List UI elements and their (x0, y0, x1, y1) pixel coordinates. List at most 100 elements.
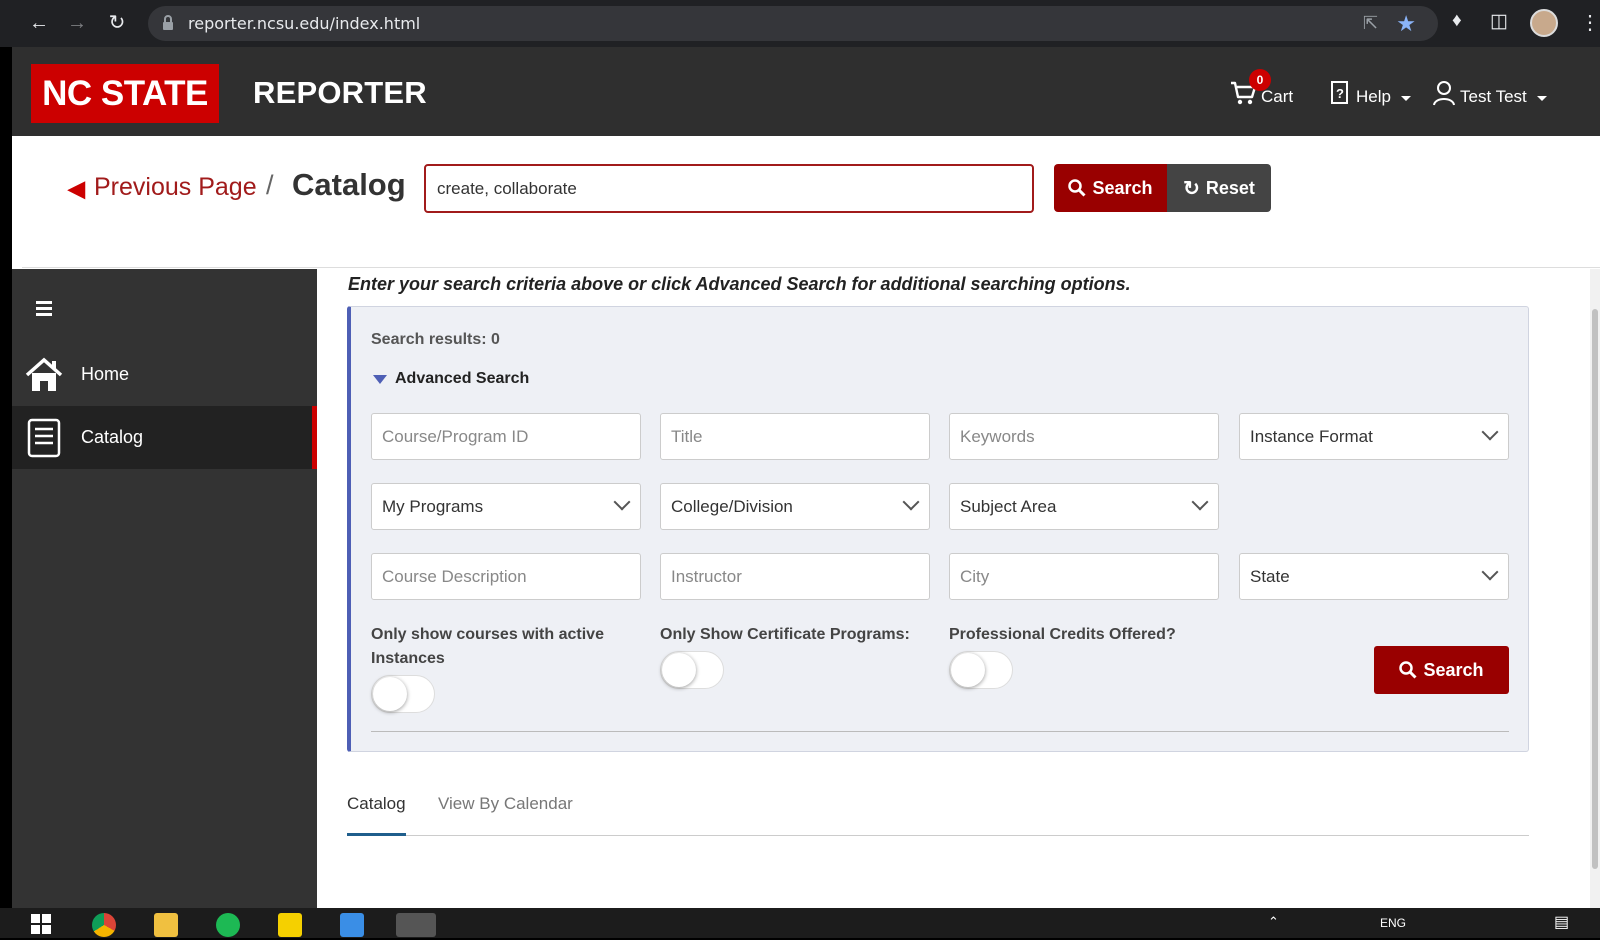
browser-menu-icon[interactable]: ⋮ (1580, 10, 1600, 35)
caret-down-icon (373, 374, 387, 384)
certificate-programs-toggle[interactable] (660, 651, 724, 689)
user-icon (1433, 81, 1455, 106)
reload-icon[interactable]: ↻ (104, 10, 130, 36)
previous-page-icon[interactable]: ◀ (68, 176, 85, 202)
view-tabs: Catalog View By Calendar (347, 794, 1529, 836)
subject-area-select[interactable]: Subject Area (949, 483, 1219, 530)
professional-credits-label: Professional Credits Offered? (949, 626, 1176, 643)
cart-count-badge: 0 (1249, 69, 1271, 91)
advanced-search-label: Advanced Search (395, 370, 530, 387)
course-description-field[interactable]: Course Description (371, 553, 641, 600)
snagit-icon[interactable] (396, 913, 436, 937)
browser-toolbar: ← → ↻ reporter.ncsu.edu/index.html ⇱ ★ ♦… (0, 0, 1600, 47)
address-bar[interactable]: reporter.ncsu.edu/index.html ⇱ ★ (148, 6, 1438, 41)
sidebar-item-label: Home (81, 364, 130, 384)
chevron-down-icon (613, 493, 631, 511)
help-menu[interactable]: ? Help (1330, 79, 1411, 107)
profile-avatar[interactable] (1530, 9, 1558, 37)
advanced-search-button[interactable]: Search (1374, 646, 1509, 694)
cart-label: Cart (1261, 87, 1294, 106)
breadcrumb-separator: / (266, 170, 274, 200)
advanced-search-panel: Search results: 0 Advanced Search Course… (347, 306, 1529, 752)
search-instructions: Enter your search criteria above or clic… (348, 274, 1131, 294)
ncstate-logo[interactable]: NC STATE (31, 64, 219, 123)
help-doc-icon: ? (1331, 81, 1348, 104)
forward-icon[interactable]: → (64, 10, 90, 36)
hamburger-menu-icon[interactable] (36, 301, 52, 319)
bookmark-star-icon[interactable]: ★ (1396, 11, 1416, 37)
active-instances-label: Only show courses with active Instances (371, 626, 604, 667)
windows-start-icon[interactable] (30, 913, 54, 937)
notification-icon[interactable]: ▤ (1554, 912, 1569, 932)
page-title: Catalog (292, 167, 406, 202)
file-explorer-icon[interactable] (154, 913, 178, 937)
help-label: Help (1356, 87, 1391, 106)
advanced-search-toggle[interactable]: Advanced Search (373, 370, 529, 388)
search-results-count: Search results: 0 (371, 331, 500, 348)
app-window: NC STATE REPORTER Cart 0 ? Help Test Tes… (12, 47, 1600, 908)
user-menu[interactable]: Test Test (1432, 79, 1547, 107)
instructor-field[interactable]: Instructor (660, 553, 930, 600)
catalog-icon (24, 418, 64, 458)
extensions-icon[interactable]: ♦ (1452, 10, 1462, 32)
chrome-taskbar-icon[interactable] (92, 913, 116, 937)
search-icon (1068, 179, 1087, 197)
refresh-icon: ↻ (1183, 177, 1200, 200)
sidebar-item-catalog[interactable]: Catalog (12, 406, 317, 469)
active-instances-toggle[interactable] (371, 675, 435, 713)
chevron-down-icon (1191, 493, 1209, 511)
chevron-down-icon (1536, 96, 1547, 101)
breadcrumb: ◀ Previous Page / Catalog Search ↻ Reset (22, 136, 1600, 268)
clock-time[interactable]: 5:48 PM (1443, 896, 1491, 911)
side-panel-icon[interactable]: ◫ (1490, 10, 1508, 33)
search-icon (1399, 661, 1418, 679)
home-icon (24, 355, 64, 395)
language-indicator[interactable]: ENG (1380, 916, 1406, 930)
state-select[interactable]: State (1239, 553, 1509, 600)
reset-button-label: Reset (1205, 177, 1255, 198)
certificate-programs-label: Only Show Certificate Programs: (660, 626, 910, 643)
spotify-icon[interactable] (216, 913, 240, 937)
search-button-label: Search (1092, 177, 1153, 198)
course-id-field[interactable]: Course/Program ID (371, 413, 641, 460)
advanced-search-button-label: Search (1423, 659, 1484, 680)
reset-button[interactable]: ↻ Reset (1167, 164, 1271, 212)
chevron-down-icon (1481, 423, 1499, 441)
sidebar-item-home[interactable]: Home (12, 343, 317, 406)
lock-icon (163, 15, 173, 30)
sticky-notes-icon[interactable] (278, 913, 302, 937)
app-title: REPORTER (253, 75, 427, 110)
instance-format-value: Instance Format (1250, 427, 1373, 446)
instance-format-select[interactable]: Instance Format (1239, 413, 1509, 460)
sidebar-item-label: Catalog (81, 427, 144, 447)
svg-text:?: ? (1336, 86, 1344, 101)
previous-page-link[interactable]: Previous Page (94, 173, 257, 202)
keywords-field[interactable]: Keywords (949, 413, 1219, 460)
college-division-select[interactable]: College/Division (660, 483, 930, 530)
professional-credits-toggle[interactable] (949, 651, 1013, 689)
url-text: reporter.ncsu.edu/index.html (188, 14, 421, 33)
my-programs-select[interactable]: My Programs (371, 483, 641, 530)
os-taskbar: ⌃ ENG 5:48 PM ▤ (0, 896, 1600, 938)
user-label: Test Test (1460, 87, 1527, 106)
tab-view-by-calendar[interactable]: View By Calendar (438, 794, 573, 836)
state-value: State (1250, 567, 1290, 586)
search-input[interactable] (424, 164, 1034, 213)
toggle-knob (373, 677, 407, 711)
subject-area-value: Subject Area (960, 497, 1057, 516)
city-field[interactable]: City (949, 553, 1219, 600)
scrollbar[interactable] (1590, 269, 1600, 908)
share-icon[interactable]: ⇱ (1363, 13, 1378, 34)
my-programs-value: My Programs (382, 497, 484, 516)
site-header: NC STATE REPORTER Cart 0 ? Help Test Tes… (12, 47, 1600, 136)
scroll-thumb[interactable] (1592, 309, 1598, 869)
main-content: Enter your search criteria above or clic… (317, 269, 1600, 908)
search-button[interactable]: Search (1054, 164, 1167, 212)
back-icon[interactable]: ← (26, 10, 52, 36)
chevron-down-icon (902, 493, 920, 511)
tab-catalog[interactable]: Catalog (347, 794, 406, 836)
tray-chevron-icon[interactable]: ⌃ (1268, 914, 1279, 930)
toggle-knob (662, 653, 696, 687)
app-s-icon[interactable] (340, 913, 364, 937)
title-field[interactable]: Title (660, 413, 930, 460)
